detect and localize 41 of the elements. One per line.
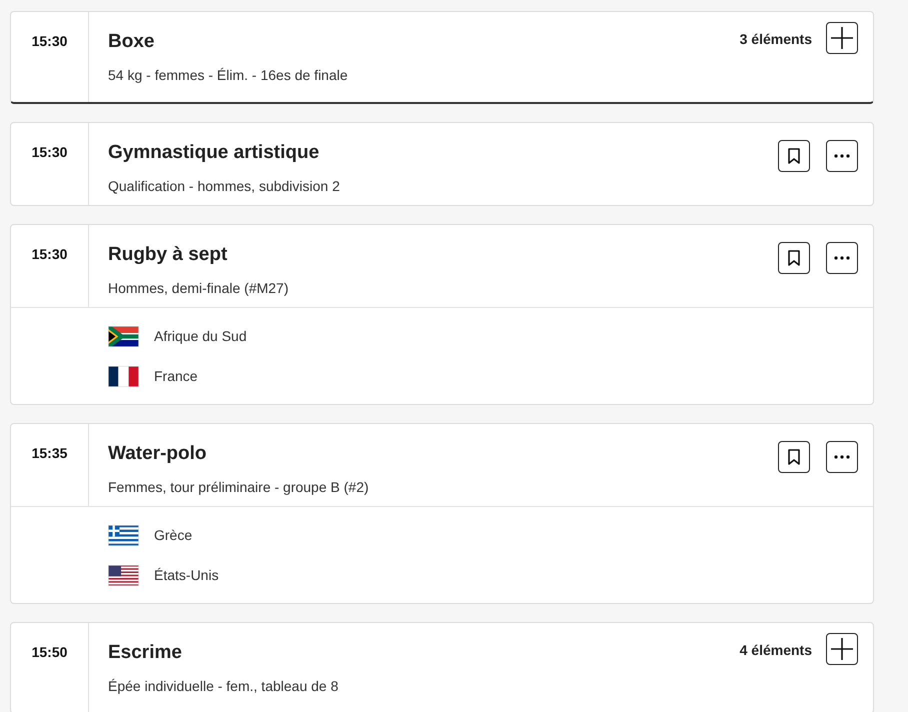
france-flag-icon	[108, 366, 139, 386]
event-subtitle: 54 kg - femmes - Élim. - 16es de finale	[108, 66, 348, 85]
bookmark-icon	[788, 449, 800, 465]
event-time: 15:30	[32, 245, 68, 264]
plus-icon	[831, 27, 853, 49]
team-name: France	[154, 368, 198, 384]
event-title: Water-polo	[108, 442, 207, 466]
usa-flag-icon	[108, 564, 139, 586]
event-title: Escrime	[108, 641, 182, 665]
south-africa-flag-icon	[108, 326, 139, 346]
team-name: Grèce	[154, 527, 192, 543]
more-icon	[834, 256, 850, 260]
more-options-button[interactable]	[826, 242, 858, 274]
team-name: Afrique du Sud	[154, 328, 247, 344]
event-subtitle: Épée individuelle - fem., tableau de 8	[108, 677, 338, 696]
event-title: Rugby à sept	[108, 243, 228, 267]
greece-flag-icon	[108, 524, 139, 546]
expand-button[interactable]	[826, 633, 858, 665]
event-title: Boxe	[108, 30, 154, 54]
bookmark-button[interactable]	[778, 140, 810, 172]
item-count: 4 éléments	[740, 641, 812, 659]
event-subtitle: Hommes, demi-finale (#M27)	[108, 279, 288, 298]
bookmark-button[interactable]	[778, 441, 810, 473]
bookmark-icon	[788, 250, 800, 266]
event-subtitle: Qualification - hommes, subdivision 2	[108, 177, 340, 196]
plus-icon	[831, 638, 853, 660]
item-count: 3 éléments	[740, 30, 812, 48]
event-title: Gymnastique artistique	[108, 141, 320, 165]
bookmark-button[interactable]	[778, 242, 810, 274]
more-options-button[interactable]	[826, 140, 858, 172]
more-options-button[interactable]	[826, 441, 858, 473]
expand-button[interactable]	[826, 22, 858, 54]
more-icon	[834, 455, 850, 459]
event-time: 15:35	[32, 444, 68, 463]
event-time: 15:50	[32, 643, 68, 662]
team-name: États-Unis	[154, 567, 219, 583]
event-subtitle: Femmes, tour préliminaire - groupe B (#2)	[108, 478, 369, 497]
event-time: 15:30	[32, 143, 68, 162]
event-time: 15:30	[32, 32, 68, 51]
more-icon	[834, 154, 850, 158]
bookmark-icon	[788, 148, 800, 164]
